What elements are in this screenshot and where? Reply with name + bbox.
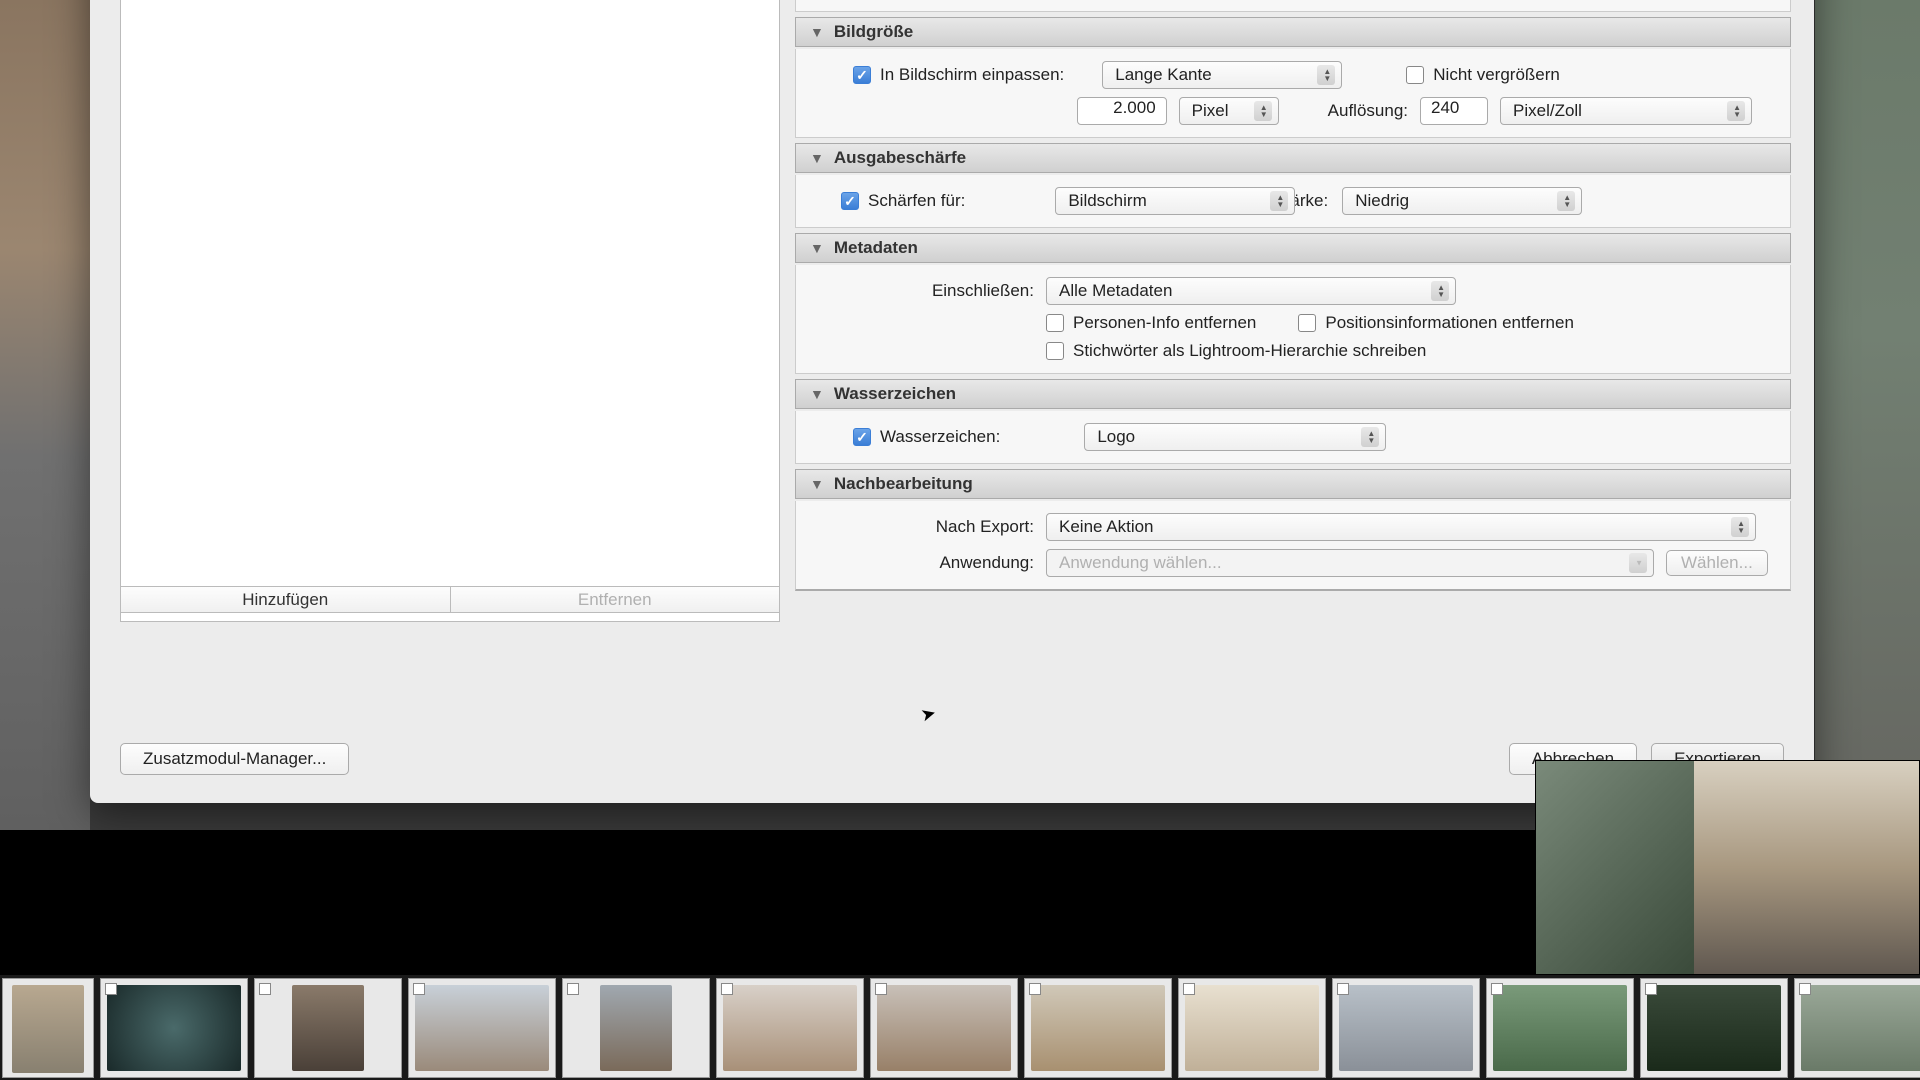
thumbnail[interactable] [1178, 978, 1326, 1078]
resolution-unit-select[interactable]: Pixel/Zoll▲▼ [1500, 97, 1752, 125]
strength-select[interactable]: Niedrig▲▼ [1342, 187, 1582, 215]
thumbnail[interactable] [870, 978, 1018, 1078]
plugin-manager-button[interactable]: Zusatzmodul-Manager... [120, 743, 349, 775]
thumbnail[interactable] [2, 978, 94, 1078]
image-size-body: In Bildschirm einpassen: Lange Kante▲▼ N… [795, 49, 1791, 138]
disclosure-triangle-icon: ▼ [810, 24, 824, 40]
watermark-select[interactable]: Logo▲▼ [1084, 423, 1386, 451]
application-label: Anwendung: [814, 553, 1034, 573]
disclosure-triangle-icon: ▼ [810, 476, 824, 492]
preset-list[interactable] [120, 0, 780, 622]
watermark-header[interactable]: ▼Wasserzeichen [795, 379, 1791, 409]
thumbnail[interactable] [1486, 978, 1634, 1078]
sharpen-for-select[interactable]: Bildschirm▲▼ [1055, 187, 1295, 215]
choose-app-button: Wählen... [1666, 550, 1768, 576]
disclosure-triangle-icon: ▼ [810, 386, 824, 402]
settings-panel: Bildformat: JPEG▲▼ Qualität: 75 Farbraum… [795, 0, 1791, 614]
remove-person-checkbox[interactable]: Personen-Info entfernen [1046, 313, 1256, 333]
webcam-overlay [1535, 760, 1920, 975]
disclosure-triangle-icon: ▼ [810, 240, 824, 256]
remove-preset-button: Entfernen [450, 586, 781, 613]
background-photo-right [1815, 0, 1920, 830]
thumbnail[interactable] [254, 978, 402, 1078]
postprocess-header[interactable]: ▼Nachbearbeitung [795, 469, 1791, 499]
preset-buttons: Hinzufügen Entfernen [120, 586, 780, 613]
include-select[interactable]: Alle Metadaten▲▼ [1046, 277, 1456, 305]
postprocess-body: Nach Export: Keine Aktion▲▼ Anwendung: A… [795, 501, 1791, 591]
filmstrip[interactable] [0, 975, 1920, 1080]
thumbnail[interactable] [1794, 978, 1920, 1078]
resolution-input[interactable]: 240 [1420, 97, 1488, 125]
remove-location-checkbox[interactable]: Positionsinformationen entfernen [1298, 313, 1574, 333]
thumbnail[interactable] [562, 978, 710, 1078]
file-settings-body: Bildformat: JPEG▲▼ Qualität: 75 Farbraum… [795, 0, 1791, 12]
image-size-header[interactable]: ▼Bildgröße [795, 17, 1791, 47]
dimension-unit-select[interactable]: Pixel▲▼ [1179, 97, 1279, 125]
thumbnail[interactable] [408, 978, 556, 1078]
fit-checkbox[interactable]: In Bildschirm einpassen: [853, 65, 1064, 85]
no-enlarge-checkbox[interactable]: Nicht vergrößern [1406, 65, 1560, 85]
after-export-label: Nach Export: [814, 517, 1034, 537]
fit-mode-select[interactable]: Lange Kante▲▼ [1102, 61, 1342, 89]
thumbnail[interactable] [1640, 978, 1788, 1078]
include-label: Einschließen: [814, 281, 1034, 301]
disclosure-triangle-icon: ▼ [810, 150, 824, 166]
watermark-body: Wasserzeichen: Logo▲▼ [795, 411, 1791, 464]
keyword-hierarchy-checkbox[interactable]: Stichwörter als Lightroom-Hierarchie sch… [1046, 341, 1426, 361]
export-dialog: Hinzufügen Entfernen Bildformat: JPEG▲▼ … [90, 0, 1814, 803]
dimension-input[interactable]: 2.000 [1077, 97, 1167, 125]
thumbnail[interactable] [1024, 978, 1172, 1078]
resolution-label: Auflösung: [1328, 101, 1408, 121]
thumbnail[interactable] [1332, 978, 1480, 1078]
application-select: Anwendung wählen...▼ [1046, 549, 1654, 577]
metadata-header[interactable]: ▼Metadaten [795, 233, 1791, 263]
thumbnail[interactable] [716, 978, 864, 1078]
thumbnail[interactable] [100, 978, 248, 1078]
watermark-checkbox[interactable]: Wasserzeichen: [853, 427, 1000, 447]
background-photo-left [0, 0, 90, 830]
metadata-body: Einschließen: Alle Metadaten▲▼ Personen-… [795, 265, 1791, 374]
sharpen-checkbox[interactable]: Schärfen für: [841, 191, 965, 211]
sharpen-body: Schärfen für: Bildschirm▲▼ Stärke: Niedr… [795, 175, 1791, 228]
add-preset-button[interactable]: Hinzufügen [120, 586, 450, 613]
sharpen-header[interactable]: ▼Ausgabeschärfe [795, 143, 1791, 173]
after-export-select[interactable]: Keine Aktion▲▼ [1046, 513, 1756, 541]
